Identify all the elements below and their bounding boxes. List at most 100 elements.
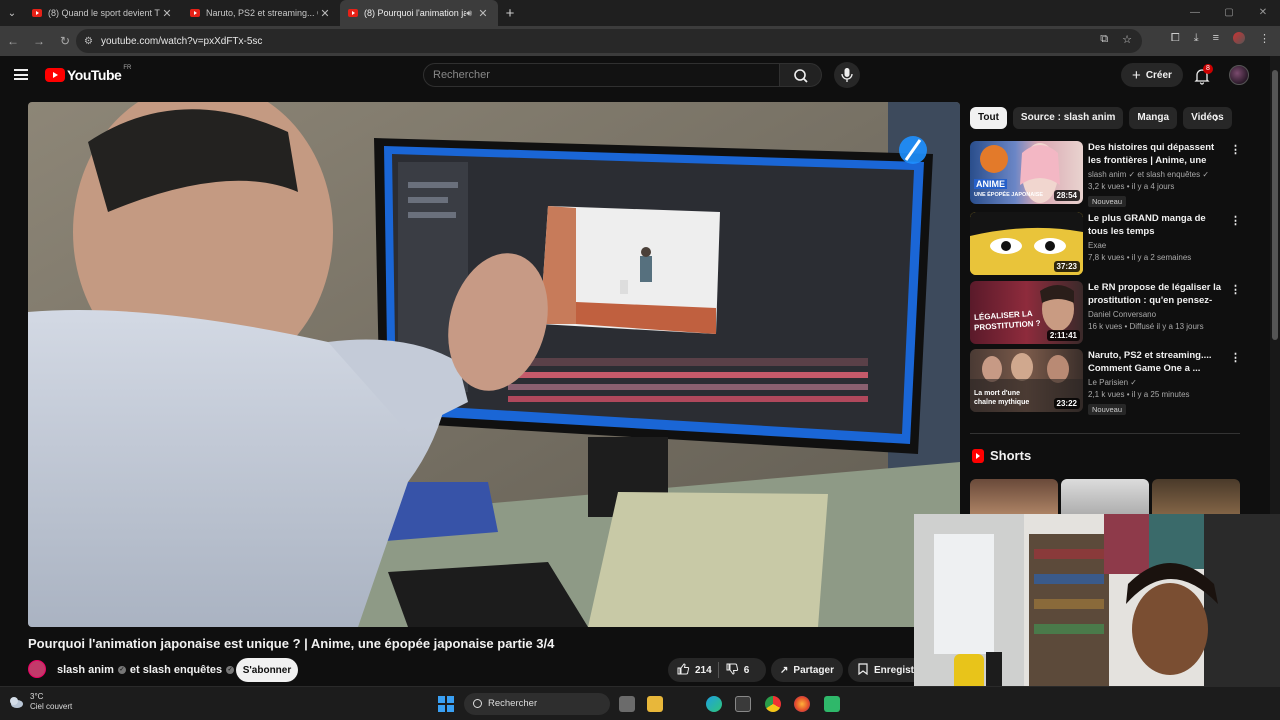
reload-icon[interactable]: ↻ <box>52 34 78 48</box>
close-tab-icon[interactable]: ✕ <box>160 7 174 20</box>
audio-playing-icon[interactable]: 🔊︎ <box>466 8 472 19</box>
url-text[interactable]: youtube.com/watch?v=pxXdFTx-5sc <box>101 36 262 47</box>
close-tab-icon[interactable]: ✕ <box>476 7 490 20</box>
more-actions-icon[interactable]: ⋮ <box>1230 283 1241 296</box>
video-title[interactable]: Naruto, PS2 et streaming.... Comment Gam… <box>1088 349 1226 375</box>
more-actions-icon[interactable]: ⋮ <box>1230 351 1241 364</box>
video-thumbnail[interactable]: La mort d'une chaîne mythique 23:22 <box>970 349 1083 412</box>
chip-source[interactable]: Source : slash anim <box>1012 107 1124 129</box>
scrollbar-thumb[interactable] <box>1272 70 1278 340</box>
browser-tab[interactable]: (8) Quand le sport devient TOXIQUE ✕ <box>24 0 182 26</box>
maximize-icon[interactable]: ▢ <box>1212 0 1246 26</box>
chip-all[interactable]: Tout <box>970 107 1007 129</box>
install-app-icon[interactable]: ⧉ <box>1100 33 1108 46</box>
video-duration: 2:11:41 <box>1046 330 1080 341</box>
address-bar[interactable]: ⚙︎ youtube.com/watch?v=pxXdFTx-5sc ⧉ ☆ <box>76 29 1142 53</box>
extensions-icon[interactable]: ⧠ <box>1171 32 1180 45</box>
verified-icon: ✓ <box>117 666 126 674</box>
video-channel[interactable]: Le Parisien ✓ <box>1088 378 1226 387</box>
firefox-icon[interactable] <box>794 696 810 712</box>
recommended-video[interactable]: 37:23 Le plus GRAND manga de tous les te… <box>970 212 1241 276</box>
start-menu-icon[interactable] <box>438 696 454 712</box>
weather-condition: Ciel couvert <box>30 702 73 711</box>
search-icon <box>794 69 808 83</box>
edge-browser-icon[interactable] <box>706 696 722 712</box>
dislike-count[interactable]: 6 <box>744 665 750 676</box>
search-button[interactable] <box>780 63 822 87</box>
account-avatar[interactable] <box>1229 65 1249 85</box>
minimize-icon[interactable]: — <box>1178 0 1212 26</box>
browser-tab-active[interactable]: (8) Pourquoi l'animation japonaise 🔊︎ ✕ <box>340 0 498 26</box>
video-title[interactable]: Le plus GRAND manga de tous les temps <box>1088 212 1226 238</box>
short-thumbnail[interactable] <box>1152 479 1240 519</box>
close-tab-icon[interactable]: ✕ <box>318 7 332 20</box>
task-view-icon[interactable] <box>619 696 635 712</box>
recommended-video[interactable]: LÉGALISER LA PROSTITUTION ? 2:11:41 Le R… <box>970 281 1241 345</box>
more-actions-icon[interactable]: ⋮ <box>1230 143 1241 156</box>
thumbnail-subtext: UNE ÉPOPÉE JAPONAISE <box>974 192 1044 198</box>
channel-name-secondary[interactable]: et slash enquêtes <box>130 664 222 676</box>
new-tab-icon[interactable]: + <box>498 5 522 22</box>
recommended-video[interactable]: ANIME UNE ÉPOPÉE JAPONAISE 28:54 Des his… <box>970 141 1241 207</box>
video-meta: 2,1 k vues • il y a 25 minutes <box>1088 390 1190 399</box>
forward-icon[interactable]: → <box>26 34 52 48</box>
download-icon[interactable]: ⤓ <box>1194 32 1199 45</box>
weather-widget[interactable]: 3°C Ciel couvert <box>8 692 72 712</box>
youtube-logo[interactable]: YouTube FR <box>45 65 131 83</box>
video-thumbnail[interactable]: LÉGALISER LA PROSTITUTION ? 2:11:41 <box>970 281 1083 344</box>
chevron-right-icon[interactable]: › <box>1214 109 1219 125</box>
thumbnail-text: ANIME <box>974 179 1007 189</box>
video-channel[interactable]: Exae <box>1088 241 1226 250</box>
thumbs-down-icon[interactable] <box>725 662 739 679</box>
video-thumbnail[interactable]: ANIME UNE ÉPOPÉE JAPONAISE 28:54 <box>970 141 1083 204</box>
media-control-icon[interactable]: ≡ <box>1213 32 1219 45</box>
share-button[interactable]: ↗ Partager <box>771 658 843 682</box>
video-channel[interactable]: Daniel Conversano <box>1088 310 1226 319</box>
share-label: Partager <box>793 664 834 676</box>
channel-row: slash anim ✓ et slash enquêtes ✓ S'abonn… <box>28 658 938 684</box>
short-thumbnail[interactable] <box>1061 479 1149 519</box>
notifications-button[interactable]: 8 <box>1192 64 1213 86</box>
search-input[interactable]: Rechercher <box>423 63 780 87</box>
like-separator <box>717 662 719 678</box>
video-duration: 28:54 <box>1053 190 1080 201</box>
channel-name-primary[interactable]: slash anim <box>57 664 114 676</box>
file-explorer-icon[interactable] <box>647 696 663 712</box>
tab-search-icon[interactable]: ⌄ <box>0 0 24 26</box>
thumbs-up-icon[interactable] <box>676 662 690 679</box>
chip-videos[interactable]: Vidéos <box>1183 107 1232 129</box>
menu-hamburger-icon[interactable] <box>14 69 28 80</box>
back-icon[interactable]: ← <box>0 34 26 48</box>
video-player[interactable] <box>28 102 960 627</box>
cloud-weather-icon <box>8 695 24 709</box>
weather-temperature: 3°C <box>30 692 44 701</box>
site-info-icon[interactable]: ⚙︎ <box>84 36 93 47</box>
bookmark-star-icon[interactable]: ☆ <box>1122 33 1132 46</box>
video-title[interactable]: Des histoires qui dépassent les frontièr… <box>1088 141 1226 167</box>
recommended-video[interactable]: La mort d'une chaîne mythique 23:22 Naru… <box>970 349 1241 415</box>
tab-title: Naruto, PS2 et streaming... Game One <box>206 8 318 18</box>
thumbnail-subtext: chaîne mythique <box>974 399 1030 406</box>
store-icon[interactable] <box>735 696 751 712</box>
create-button[interactable]: + Créer <box>1121 63 1183 87</box>
chrome-icon[interactable] <box>765 696 781 712</box>
profile-icon[interactable] <box>1233 32 1245 44</box>
more-actions-icon[interactable]: ⋮ <box>1230 214 1241 227</box>
browser-tab[interactable]: Naruto, PS2 et streaming... Game One ✕ <box>182 0 340 26</box>
chip-manga[interactable]: Manga <box>1129 107 1178 129</box>
app-icon[interactable] <box>824 696 840 712</box>
share-icon: ↗ <box>780 664 789 676</box>
voice-search-button[interactable] <box>834 62 860 88</box>
close-window-icon[interactable]: ✕ <box>1246 0 1280 26</box>
browser-menu-icon[interactable]: ⋮ <box>1259 32 1270 45</box>
tab-title: (8) Quand le sport devient TOXIQUE <box>48 8 160 18</box>
subscribe-button[interactable]: S'abonner <box>236 658 298 682</box>
channel-name[interactable]: slash anim ✓ et slash enquêtes ✓ <box>57 664 235 676</box>
video-title[interactable]: Le RN propose de légaliser la prostituti… <box>1088 281 1226 307</box>
like-count[interactable]: 214 <box>695 665 712 676</box>
short-thumbnail[interactable] <box>970 479 1058 519</box>
video-channel[interactable]: slash anim ✓ et slash enquêtes ✓ <box>1088 170 1226 179</box>
channel-avatar[interactable] <box>28 660 46 678</box>
video-thumbnail[interactable]: 37:23 <box>970 212 1083 275</box>
taskbar-search[interactable]: Rechercher <box>464 693 610 715</box>
